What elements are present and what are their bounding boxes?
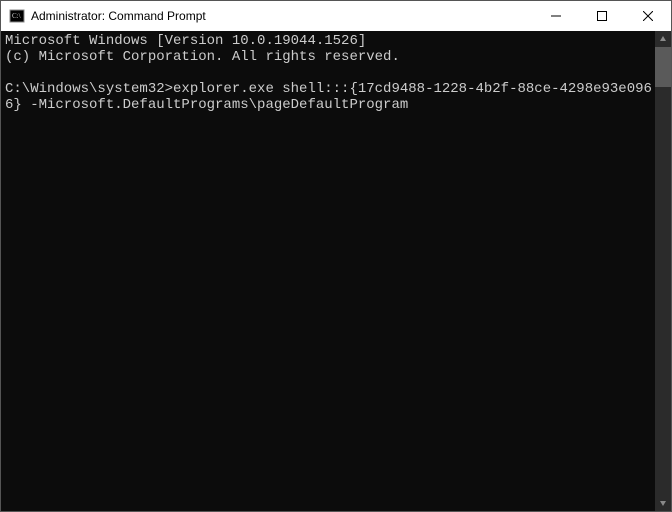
terminal-area: Microsoft Windows [Version 10.0.19044.15… xyxy=(1,31,671,511)
command-prompt-window: C:\ Administrator: Command Prompt Micros… xyxy=(0,0,672,512)
cmd-icon: C:\ xyxy=(9,8,25,24)
scroll-down-icon[interactable] xyxy=(655,495,671,511)
scroll-thumb[interactable] xyxy=(655,47,671,87)
window-controls xyxy=(533,1,671,31)
svg-text:C:\: C:\ xyxy=(12,12,21,20)
scrollbar[interactable] xyxy=(655,31,671,511)
maximize-button[interactable] xyxy=(579,1,625,31)
minimize-button[interactable] xyxy=(533,1,579,31)
titlebar[interactable]: C:\ Administrator: Command Prompt xyxy=(1,1,671,31)
close-button[interactable] xyxy=(625,1,671,31)
terminal-output[interactable]: Microsoft Windows [Version 10.0.19044.15… xyxy=(1,31,655,511)
window-title: Administrator: Command Prompt xyxy=(31,9,533,23)
scroll-up-icon[interactable] xyxy=(655,31,671,47)
